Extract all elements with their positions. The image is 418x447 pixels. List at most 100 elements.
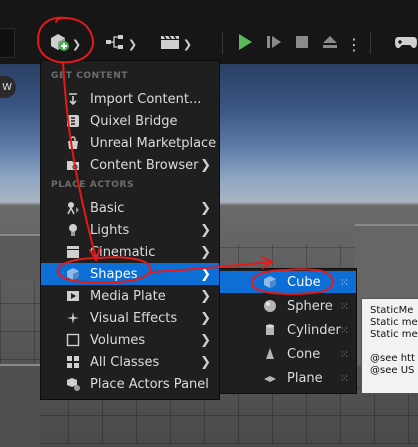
platforms-button[interactable]	[394, 30, 418, 58]
stop-icon	[295, 35, 309, 53]
blueprint-graph-icon	[105, 34, 125, 54]
drag-handle-icon[interactable]: ⁙	[340, 300, 349, 313]
sparkle-icon	[65, 310, 81, 326]
toolbar-separator	[370, 32, 371, 54]
tooltip-line: Static me	[370, 329, 418, 340]
menu-item-visual-effects[interactable]: Visual Effects ❯	[41, 307, 219, 329]
cube-icon	[65, 266, 81, 282]
step-forward-icon	[266, 34, 282, 54]
drag-handle-icon[interactable]: ⁙	[340, 324, 349, 337]
eject-icon	[322, 35, 338, 53]
clapperboard-icon	[65, 244, 81, 260]
submenu-item-cube[interactable]: Cube ⁙	[220, 271, 356, 293]
chevron-down-icon: ❯	[127, 37, 138, 51]
drag-handle-icon[interactable]: ⁙	[340, 348, 349, 361]
submenu-item-cone[interactable]: Cone ⁙	[220, 343, 356, 365]
submenu-item-label: Plane	[287, 370, 323, 386]
cylinder-icon	[262, 322, 278, 338]
menu-item-label: Visual Effects	[90, 310, 178, 326]
main-toolbar: ❯ ❯ ❯ ⋮	[0, 0, 418, 64]
viewport-badge[interactable]: W	[0, 76, 16, 98]
toolbar-left-stub[interactable]	[0, 28, 15, 58]
basic-actors-icon	[65, 200, 81, 216]
menu-item-cinematic[interactable]: Cinematic ❯	[41, 241, 219, 263]
submenu-item-label: Cube	[287, 274, 321, 290]
menu-item-label: Basic	[90, 200, 125, 216]
toolbar-separator	[222, 32, 223, 54]
menu-item-label: Lights	[90, 222, 130, 238]
chevron-down-icon: ❯	[182, 37, 193, 51]
menu-item-unreal-marketplace[interactable]: Unreal Marketplace	[41, 132, 219, 154]
chevron-right-icon: ❯	[200, 288, 211, 304]
chevron-right-icon: ❯	[200, 310, 211, 326]
marketplace-icon	[65, 135, 81, 151]
advance-frame-button[interactable]	[262, 30, 286, 58]
menu-item-label: Volumes	[90, 332, 146, 348]
play-button[interactable]	[232, 30, 258, 58]
section-header-get-content: GET CONTENT	[51, 71, 129, 81]
chevron-right-icon: ❯	[200, 157, 211, 173]
chevron-right-icon: ❯	[200, 200, 211, 216]
submenu-item-label: Cone	[287, 346, 321, 362]
menu-item-quixel-bridge[interactable]: Quixel Bridge	[41, 110, 219, 132]
viewport-badge-label: W	[2, 81, 12, 93]
menu-item-media-plate[interactable]: Media Plate ❯	[41, 285, 219, 307]
menu-item-label: All Classes	[90, 354, 160, 370]
chevron-right-icon: ❯	[200, 354, 211, 370]
menu-item-label: Unreal Marketplace	[90, 135, 217, 151]
chevron-right-icon: ❯	[200, 332, 211, 348]
eject-button[interactable]	[318, 30, 342, 58]
submenu-item-sphere[interactable]: Sphere ⁙	[220, 295, 356, 317]
all-classes-icon	[65, 354, 81, 370]
menu-item-basic[interactable]: Basic ❯	[41, 197, 219, 219]
menu-item-shapes[interactable]: Shapes ❯	[41, 263, 219, 285]
drag-handle-icon[interactable]: ⁙	[340, 372, 349, 385]
menu-item-place-actors-panel[interactable]: Place Actors Panel	[41, 373, 219, 395]
platform-block	[0, 234, 40, 281]
cinematics-button[interactable]: ❯	[154, 30, 198, 58]
import-icon	[65, 91, 81, 107]
shapes-submenu: Cube ⁙ Sphere ⁙ Cylinder ⁙ Cone ⁙ Plane …	[219, 268, 357, 394]
gamepad-icon	[394, 34, 418, 54]
stop-button[interactable]	[290, 30, 314, 58]
tooltip-line: StaticMe	[370, 305, 414, 316]
place-actors-icon	[65, 376, 81, 392]
submenu-item-plane[interactable]: Plane ⁙	[220, 367, 356, 389]
menu-item-import-content[interactable]: Import Content...	[41, 88, 219, 110]
quixel-bridge-icon	[65, 113, 81, 129]
tooltip-line: @see US	[370, 365, 415, 376]
menu-item-label: Quixel Bridge	[90, 113, 178, 129]
menu-item-all-classes[interactable]: All Classes ❯	[41, 351, 219, 373]
tooltip-line: @see htt	[370, 353, 415, 364]
chevron-right-icon: ❯	[200, 266, 211, 282]
section-header-place-actors: PLACE ACTORS	[51, 180, 135, 190]
cone-icon	[262, 346, 278, 362]
submenu-item-cylinder[interactable]: Cylinder ⁙	[220, 319, 356, 341]
menu-item-label: Cinematic	[90, 244, 156, 260]
blueprints-button[interactable]: ❯	[100, 30, 142, 58]
light-bulb-icon	[65, 222, 81, 238]
menu-item-content-browser[interactable]: Content Browser ❯	[41, 154, 219, 176]
tooltip-line: Static me	[370, 317, 418, 328]
sphere-icon	[262, 298, 278, 314]
chevron-down-icon: ❯	[71, 37, 82, 51]
menu-item-label: Content Browser	[90, 157, 199, 173]
add-content-button[interactable]: ❯	[40, 30, 90, 58]
menu-item-label: Place Actors Panel	[90, 376, 209, 392]
add-content-dropdown: GET CONTENT Import Content... Quixel Bri…	[40, 60, 220, 400]
menu-item-label: Import Content...	[90, 91, 202, 107]
play-options-button[interactable]: ⋮	[346, 30, 362, 58]
media-plate-icon	[65, 288, 81, 304]
tooltip-line	[370, 341, 418, 353]
drag-handle-icon[interactable]: ⁙	[340, 276, 349, 289]
menu-item-label: Media Plate	[90, 288, 166, 304]
menu-item-volumes[interactable]: Volumes ❯	[41, 329, 219, 351]
submenu-item-label: Cylinder	[287, 322, 341, 338]
menu-item-label: Shapes	[90, 266, 138, 282]
plane-icon	[262, 370, 278, 386]
cube-icon	[262, 274, 278, 290]
menu-item-lights[interactable]: Lights ❯	[41, 219, 219, 241]
platform-block	[0, 364, 40, 447]
chevron-right-icon: ❯	[200, 222, 211, 238]
play-icon	[237, 33, 253, 55]
